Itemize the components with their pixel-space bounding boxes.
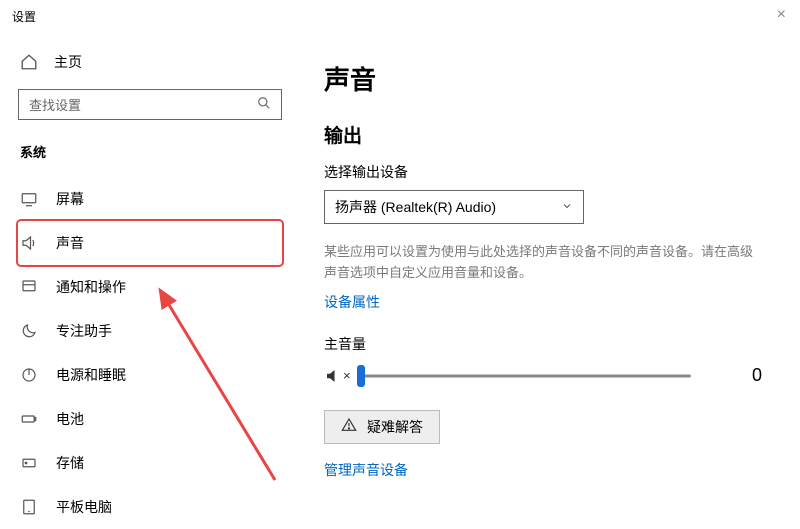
monitor-icon [20,190,38,208]
close-icon[interactable]: × [777,6,786,24]
nav-list: 屏幕 声音 通知和操作 [18,177,282,529]
master-volume-label: 主音量 [324,334,770,354]
home-label: 主页 [54,52,82,72]
sidebar-item-label: 电池 [56,409,84,429]
warning-icon [341,417,357,436]
speaker-icon [20,234,38,252]
power-icon [20,366,38,384]
search-icon [257,96,271,113]
notification-icon [20,278,38,296]
volume-value: 0 [752,365,770,386]
output-device-label: 选择输出设备 [324,162,770,182]
sidebar-item-label: 电源和睡眠 [56,365,126,385]
sidebar-item-notifications[interactable]: 通知和操作 [18,265,282,309]
chevron-down-icon [561,199,573,215]
battery-icon [20,410,38,428]
sidebar-item-battery[interactable]: 电池 [18,397,282,441]
sidebar-item-label: 通知和操作 [56,277,126,297]
sidebar-item-focus[interactable]: 专注助手 [18,309,282,353]
device-properties-link[interactable]: 设备属性 [324,292,380,312]
page-title: 声音 [324,60,770,97]
volume-row: × 0 [324,364,770,388]
sidebar-item-label: 屏幕 [56,189,84,209]
output-help-text: 某些应用可以设置为使用与此处选择的声音设备不同的声音设备。请在高级声音选项中自定… [324,242,754,284]
sidebar-item-sound[interactable]: 声音 [18,221,282,265]
sidebar-item-tablet[interactable]: 平板电脑 [18,485,282,529]
home-nav[interactable]: 主页 [18,46,282,79]
titlebar: 设置 × [0,0,800,32]
sidebar-item-label: 专注助手 [56,321,112,341]
manage-sound-link[interactable]: 管理声音设备 [324,460,408,480]
sidebar-item-label: 平板电脑 [56,497,112,517]
storage-icon [20,454,38,472]
output-heading: 输出 [324,121,770,148]
tablet-icon [20,498,38,516]
slider-thumb[interactable] [357,365,365,387]
sidebar: 主页 查找设置 系统 屏幕 [0,32,300,529]
sidebar-item-label: 声音 [56,233,84,253]
output-device-dropdown[interactable]: 扬声器 (Realtek(R) Audio) [324,190,584,224]
volume-slider[interactable] [361,364,691,388]
moon-icon [20,322,38,340]
search-placeholder: 查找设置 [29,95,81,114]
slider-track [361,374,691,377]
sidebar-item-display[interactable]: 屏幕 [18,177,282,221]
troubleshoot-button[interactable]: 疑难解答 [324,410,440,444]
window-title: 设置 [12,8,36,25]
home-icon [20,53,38,71]
sidebar-item-label: 存储 [56,453,84,473]
category-heading: 系统 [18,142,282,161]
main-content: 声音 输出 选择输出设备 扬声器 (Realtek(R) Audio) 某些应用… [300,32,800,529]
sidebar-item-power[interactable]: 电源和睡眠 [18,353,282,397]
volume-mute-icon[interactable]: × [324,367,351,385]
dropdown-value: 扬声器 (Realtek(R) Audio) [335,197,496,217]
search-input[interactable]: 查找设置 [18,89,282,120]
troubleshoot-label: 疑难解答 [367,417,423,437]
sidebar-item-storage[interactable]: 存储 [18,441,282,485]
